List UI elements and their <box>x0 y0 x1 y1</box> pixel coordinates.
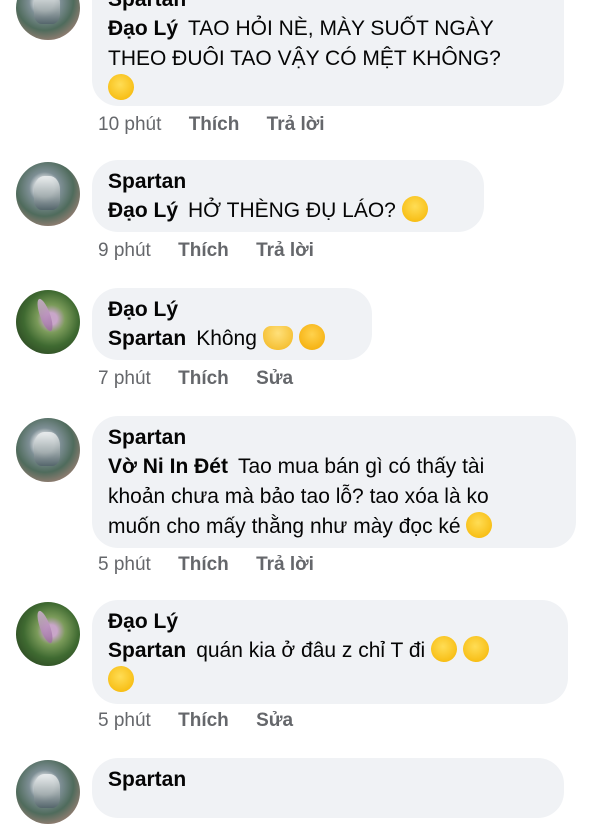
avatar[interactable] <box>16 760 80 824</box>
reply-button[interactable]: Trả lời <box>267 114 325 135</box>
comment-author[interactable]: Spartan <box>108 0 548 14</box>
comment-meta: 10 phút Thích Trả lời <box>98 114 347 136</box>
comment-text: Đạo Lý HỞ THÈNG ĐỤ LÁO? <box>108 196 468 226</box>
comment-text: Đạo Lý TAO HỎI NÈ, MÀY SUỐT NGÀY THEO ĐUÔ… <box>104 14 548 104</box>
like-button[interactable]: Thích <box>189 114 240 135</box>
like-button[interactable]: Thích <box>178 554 229 575</box>
face-blowing-kiss-icon <box>298 324 325 350</box>
reply-button[interactable]: Trả lời <box>256 240 314 261</box>
timestamp: 10 phút <box>98 114 162 135</box>
avatar[interactable] <box>16 418 80 482</box>
timestamp: 9 phút <box>98 240 151 261</box>
heart-hands-icon <box>262 326 293 350</box>
comment-author[interactable]: Đạo Lý <box>108 296 356 324</box>
mention[interactable]: Spartan <box>108 327 186 350</box>
edit-button[interactable]: Sửa <box>256 368 293 389</box>
avatar[interactable] <box>16 290 80 354</box>
like-button[interactable]: Thích <box>178 368 229 389</box>
avatar[interactable] <box>16 0 80 40</box>
comment-bubble: Spartan Đạo Lý HỞ THÈNG ĐỤ LÁO? <box>92 160 484 232</box>
comment-bubble: Spartan Vờ Ni In Đét Tao mua bán gì có th… <box>92 416 576 548</box>
timestamp: 5 phút <box>98 710 151 731</box>
avatar[interactable] <box>16 602 80 666</box>
rolling-on-floor-laughing-icon <box>104 662 138 696</box>
comment-author[interactable]: Spartan <box>108 424 560 452</box>
comment-bubble: Đạo Lý Spartan Không <box>92 288 372 360</box>
comment-text: Vờ Ni In Đét Tao mua bán gì có thấy tài k… <box>108 452 560 542</box>
edit-button[interactable]: Sửa <box>256 710 293 731</box>
mention[interactable]: Đạo Lý <box>108 17 178 40</box>
grinning-squinting-face-icon <box>401 196 428 222</box>
rolling-on-floor-laughing-icon <box>104 70 138 104</box>
comment-meta: 5 phút Thích Trả lời <box>98 554 336 576</box>
comment-meta: 5 phút Thích Sửa <box>98 710 315 732</box>
reply-button[interactable]: Trả lời <box>256 554 314 575</box>
comment-text: Spartan quán kia ở đâu z chỉ T đi <box>104 632 552 696</box>
comment-author[interactable]: Đạo Lý <box>108 608 552 636</box>
timestamp: 5 phút <box>98 554 151 575</box>
mention[interactable]: Spartan <box>108 639 186 662</box>
comment-text: Spartan Không <box>108 324 356 354</box>
comment-author[interactable]: Spartan <box>108 766 548 794</box>
comment-bubble: Đạo Lý Spartan quán kia ở đâu z chỉ T đi <box>92 600 568 704</box>
rolling-on-floor-laughing-icon <box>427 632 461 666</box>
timestamp: 7 phút <box>98 368 151 389</box>
comment-meta: 9 phút Thích Trả lời <box>98 240 336 262</box>
rolling-on-floor-laughing-icon <box>459 632 493 666</box>
mention[interactable]: Vờ Ni In Đét <box>108 455 228 478</box>
comment-bubble: Spartan <box>92 758 564 818</box>
comment-meta: 7 phút Thích Sửa <box>98 368 315 390</box>
comment-bubble: Spartan Đạo LýTAO HỎI NÈ, MÀY SUỐT NGÀY … <box>92 0 564 106</box>
comment-author[interactable]: Spartan <box>108 168 468 196</box>
avatar[interactable] <box>16 162 80 226</box>
rolling-on-floor-laughing-icon <box>462 508 497 542</box>
like-button[interactable]: Thích <box>178 240 229 261</box>
mention[interactable]: Đạo Lý <box>108 199 178 222</box>
like-button[interactable]: Thích <box>178 710 229 731</box>
